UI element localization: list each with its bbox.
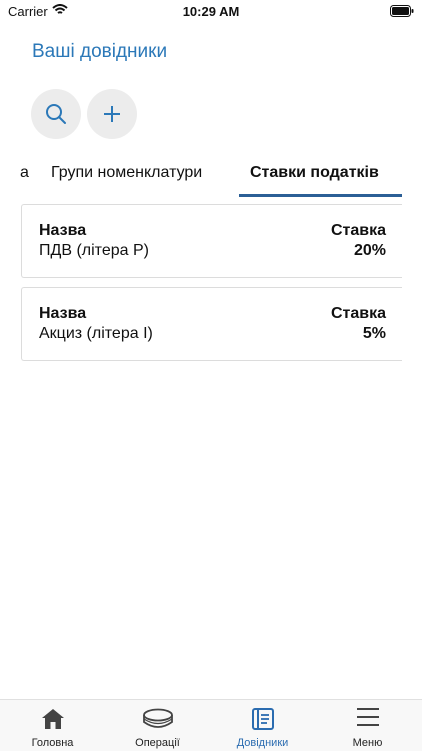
rate-label: Ставка xyxy=(330,222,386,239)
rate-value: 20% xyxy=(353,242,386,259)
active-tab-indicator xyxy=(239,194,402,197)
nav-label: Меню xyxy=(352,737,383,749)
name-label: Назва xyxy=(39,222,87,239)
book-icon xyxy=(251,708,274,730)
nav-item-home[interactable]: Головна xyxy=(0,700,105,751)
nav-item-operations[interactable]: Операції xyxy=(105,700,210,751)
plus-icon xyxy=(104,106,120,122)
home-icon xyxy=(41,709,64,729)
tab-tax-rates[interactable]: Ставки податків xyxy=(250,164,379,182)
menu-icon xyxy=(356,708,379,726)
tax-rate-card[interactable]: Назва ПДВ (літера Р) Ставка 20% xyxy=(21,204,402,278)
nav-label: Головна xyxy=(31,737,74,749)
nav-item-menu[interactable]: Меню xyxy=(315,700,420,751)
tax-name: Акциз (літера І) xyxy=(39,325,153,342)
status-bar: Carrier 10:29 AM xyxy=(0,0,422,24)
tab-partial[interactable]: а xyxy=(20,164,29,182)
rate-label: Ставка xyxy=(330,305,386,322)
tab-bar: а Групи номенклатури Ставки податків xyxy=(0,155,422,197)
page-title: Ваші довідники xyxy=(32,41,168,62)
add-button[interactable] xyxy=(87,89,137,139)
search-icon xyxy=(46,104,66,124)
nav-label: Операції xyxy=(135,737,180,749)
nav-label: Довідники xyxy=(236,737,289,749)
name-label: Назва xyxy=(39,305,87,322)
coins-icon xyxy=(142,708,173,728)
search-button[interactable] xyxy=(31,89,81,139)
tax-name: ПДВ (літера Р) xyxy=(39,242,149,259)
battery-icon xyxy=(390,5,414,17)
tab-nomenclature-groups[interactable]: Групи номенклатури xyxy=(51,164,202,182)
tax-rate-card[interactable]: Назва Акциз (літера І) Ставка 5% xyxy=(21,287,402,361)
rate-value: 5% xyxy=(362,325,386,342)
clock: 10:29 AM xyxy=(182,4,240,19)
nav-item-directories[interactable]: Довідники xyxy=(210,700,315,751)
bottom-nav: Головна Операції Довідники Меню xyxy=(0,699,422,751)
